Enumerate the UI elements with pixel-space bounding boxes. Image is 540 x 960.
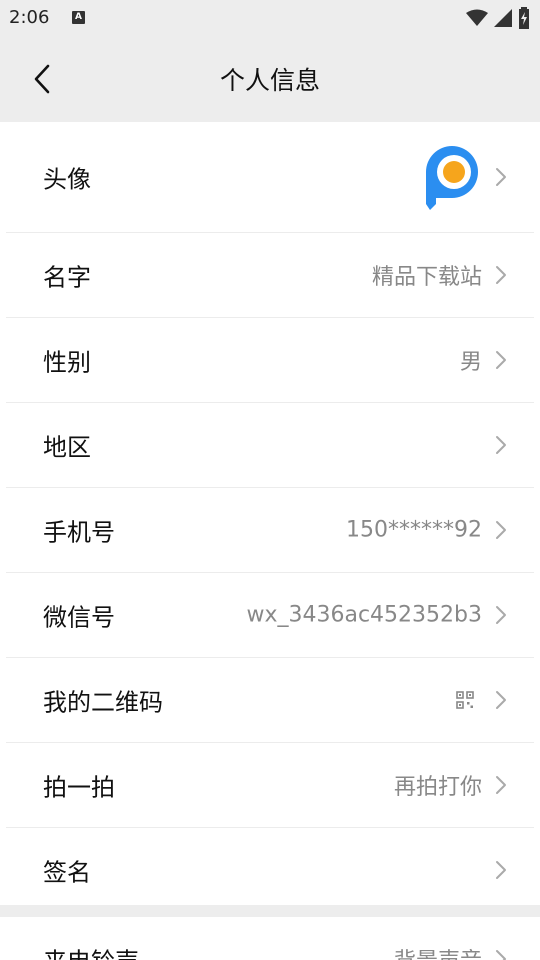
title-bar: 个人信息 — [0, 36, 540, 120]
chevron-right-icon — [496, 691, 506, 709]
qr-code-icon — [456, 691, 474, 709]
row-label: 地区 — [43, 433, 91, 462]
row-phone[interactable]: 手机号 150******92 — [6, 488, 534, 573]
chevron-right-icon — [496, 266, 506, 284]
row-value: 150******92 — [346, 517, 482, 543]
section-separator — [0, 905, 540, 917]
row-value: wx_3436ac452352b3 — [246, 602, 482, 628]
row-gender[interactable]: 性别 男 — [6, 318, 534, 403]
row-signature[interactable]: 签名 — [6, 828, 534, 912]
signal-icon — [494, 9, 512, 27]
status-icons — [466, 7, 530, 29]
row-name[interactable]: 名字 精品下载站 — [6, 233, 534, 318]
chevron-right-icon — [496, 436, 506, 454]
row-wechat-id[interactable]: 微信号 wx_3436ac452352b3 — [6, 573, 534, 658]
chevron-right-icon — [496, 351, 506, 369]
row-label: 我的二维码 — [43, 688, 163, 717]
chevron-right-icon — [496, 168, 506, 186]
status-time: 2:06 — [9, 7, 50, 28]
chevron-right-icon — [496, 606, 506, 624]
row-label: 性别 — [43, 348, 91, 377]
row-label: 签名 — [43, 858, 91, 887]
row-value: 男 — [459, 350, 482, 375]
avatar[interactable] — [422, 144, 482, 210]
row-region[interactable]: 地区 — [6, 403, 534, 488]
row-value: 精品下载站 — [371, 265, 482, 290]
row-pat[interactable]: 拍一拍 再拍打你 — [6, 743, 534, 828]
status-bar: 2:06 A — [0, 0, 540, 36]
chevron-right-icon — [496, 521, 506, 539]
notification-a-icon: A — [72, 11, 85, 24]
row-avatar[interactable]: 头像 — [6, 122, 534, 233]
row-label: 头像 — [43, 165, 91, 194]
row-label: 微信号 — [43, 603, 115, 632]
row-value: 再拍打你 — [393, 775, 482, 800]
row-label: 名字 — [43, 263, 91, 292]
chevron-right-icon — [496, 950, 506, 960]
chevron-right-icon — [496, 776, 506, 794]
row-label: 拍一拍 — [43, 773, 115, 802]
row-label: 来电铃声 — [43, 942, 139, 960]
row-label: 手机号 — [43, 518, 115, 547]
row-ringtone[interactable]: 来电铃声 背景声音 — [6, 917, 534, 960]
row-qr-code[interactable]: 我的二维码 — [6, 658, 534, 743]
row-value: 背景声音 — [394, 943, 482, 960]
page-title: 个人信息 — [219, 66, 320, 95]
profile-list: 头像 名字 精品下载站 性别 男 地区 手机号 150******92 微信号 … — [0, 122, 540, 905]
chevron-right-icon — [496, 861, 506, 879]
ringtone-section: 来电铃声 背景声音 — [0, 917, 540, 960]
battery-icon — [519, 7, 529, 29]
wifi-icon — [466, 9, 488, 26]
